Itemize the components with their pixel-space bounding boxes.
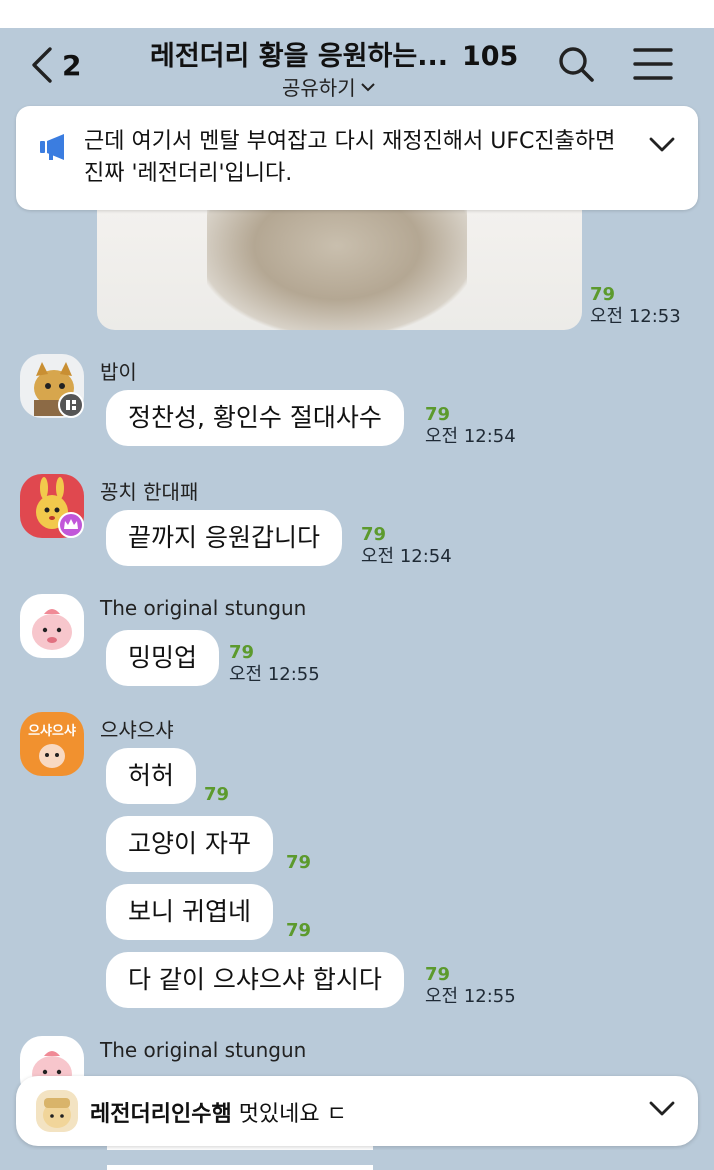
badge-icon (58, 392, 84, 418)
character-avatar-image (36, 1090, 78, 1132)
message-meta: 79 오전 12:55 (425, 964, 516, 1008)
megaphone-icon (40, 134, 64, 160)
peach-character-avatar-image (20, 594, 84, 658)
message-time: 오전 12:54 (361, 546, 452, 567)
sender-name: 밥이 (100, 360, 137, 384)
chevron-down-icon (360, 82, 375, 91)
notice-text: 근데 여기서 멘탈 부여잡고 다시 재정진해서 UFC진출하면 진짜 '레전더리… (84, 129, 616, 186)
search-icon[interactable] (556, 44, 596, 84)
read-count: 79 (425, 404, 451, 425)
message-meta: 79 오전 12:54 (425, 404, 516, 448)
read-count: 79 (286, 920, 312, 941)
read-count: 79 (286, 852, 312, 873)
chat-header: 2 레전더리 황을 응원하는... 105 공유하기 (0, 28, 714, 108)
latest-message-bar[interactable]: 레전더리인수햄 멋있네요 ㄷ (16, 1076, 698, 1146)
message-time: 오전 12:54 (425, 426, 516, 447)
menu-icon[interactable] (632, 46, 674, 82)
avatar[interactable] (20, 594, 84, 658)
chat-title-area[interactable]: 레전더리 황을 응원하는... 105 (150, 34, 530, 73)
share-button[interactable]: 공유하기 (282, 72, 376, 101)
image-message[interactable] (97, 210, 582, 330)
latest-message-body: 멋있네요 ㄷ (238, 1102, 347, 1127)
share-label: 공유하기 (282, 76, 356, 100)
latest-message-text: 레전더리인수햄 멋있네요 ㄷ (90, 1096, 347, 1128)
sender-name: The original stungun (100, 596, 307, 620)
sender-name: The original stungun (100, 1038, 307, 1062)
read-count: 79 (229, 642, 255, 663)
avatar (36, 1090, 78, 1132)
message-time: 오전 12:55 (425, 986, 516, 1007)
message-meta: 79 (286, 852, 311, 874)
avatar[interactable]: 으샤으샤 (20, 712, 84, 776)
read-count: 79 (361, 524, 387, 545)
message-bubble[interactable]: 끝까지 응원갑니다 (106, 510, 342, 566)
chevron-down-icon[interactable] (648, 1100, 676, 1118)
message-time: 오전 12:53 (590, 306, 681, 327)
message-meta: 79 (204, 784, 229, 806)
message-meta: 79 오전 12:53 (590, 284, 681, 328)
read-count: 79 (204, 784, 230, 805)
read-count: 79 (590, 284, 616, 305)
avatar[interactable] (20, 354, 84, 418)
message-time: 오전 12:55 (229, 664, 320, 685)
unread-count: 2 (62, 48, 82, 82)
avatar-label: 으샤으샤 (28, 724, 76, 739)
sender-name: 꽁치 한대패 (100, 480, 199, 504)
back-button[interactable]: 2 (28, 42, 98, 88)
message-meta: 79 (286, 920, 311, 942)
message-meta: 79 오전 12:55 (229, 642, 320, 686)
chevron-left-icon (32, 47, 52, 83)
read-count: 79 (425, 964, 451, 985)
message-bubble[interactable]: 다 같이 으샤으샤 합시다 (106, 952, 404, 1008)
bottom-strip (0, 1150, 714, 1165)
message-meta: 79 오전 12:54 (361, 524, 452, 568)
message-bubble[interactable]: 정찬성, 황인수 절대사수 (106, 390, 404, 446)
avatar[interactable] (20, 474, 84, 538)
message-bubble[interactable]: 밍밍업 (106, 630, 220, 686)
status-strip (0, 0, 714, 28)
notice-banner[interactable]: 근데 여기서 멘탈 부여잡고 다시 재정진해서 UFC진출하면 진짜 '레전더리… (16, 106, 698, 210)
message-bubble[interactable]: 허허 (106, 748, 197, 804)
cat-photo (207, 210, 467, 330)
chevron-down-icon[interactable] (648, 136, 676, 154)
member-count: 105 (461, 41, 519, 72)
sender-name: 으샤으샤 (100, 718, 174, 742)
chat-title: 레전더리 황을 응원하는... (150, 41, 448, 72)
message-bubble[interactable]: 보니 귀엽네 (106, 884, 273, 940)
crown-icon (58, 512, 84, 538)
message-bubble[interactable]: 고양이 자꾸 (106, 816, 273, 872)
latest-message-sender: 레전더리인수햄 (90, 1102, 232, 1127)
